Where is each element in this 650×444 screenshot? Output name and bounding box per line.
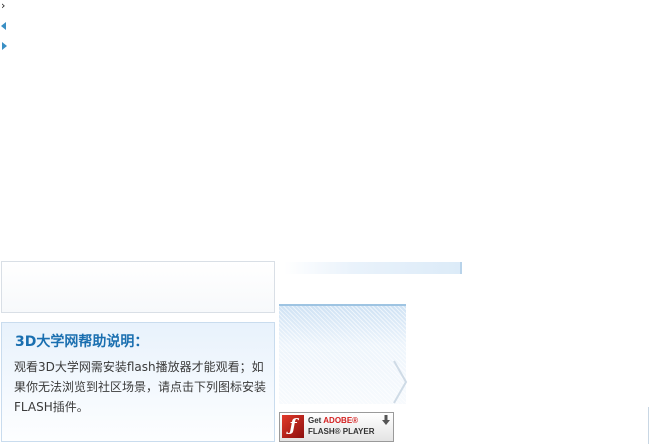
header-strip (284, 262, 462, 274)
arrow-left-icon[interactable] (1, 22, 6, 30)
download-icon (382, 415, 390, 425)
help-description: 观看3D大学网需安装flash播放器才能观看；如果你无法浏览到社区场景，请点击下… (14, 360, 267, 414)
flash-logo-icon: ƒ (282, 415, 304, 438)
scene-placeholder-box (1, 261, 275, 313)
chevron-right-icon[interactable] (392, 360, 408, 404)
help-panel: 3D大学网帮助说明： 观看3D大学网需安装flash播放器才能观看；如果你无法浏… (1, 322, 275, 442)
arrow-right-icon[interactable] (2, 42, 7, 50)
preview-panel (279, 304, 406, 404)
flash-get-label: Get ADOBE® (308, 416, 359, 425)
chevron-right-icon[interactable]: › (1, 0, 5, 11)
divider (648, 407, 649, 444)
help-title: 3D大学网帮助说明： (15, 334, 149, 350)
flash-player-label: FLASH® PLAYER (308, 427, 375, 436)
get-flash-player-button[interactable]: ƒ Get ADOBE® FLASH® PLAYER (279, 412, 394, 442)
flash-adobe-label: ADOBE® (323, 416, 359, 425)
